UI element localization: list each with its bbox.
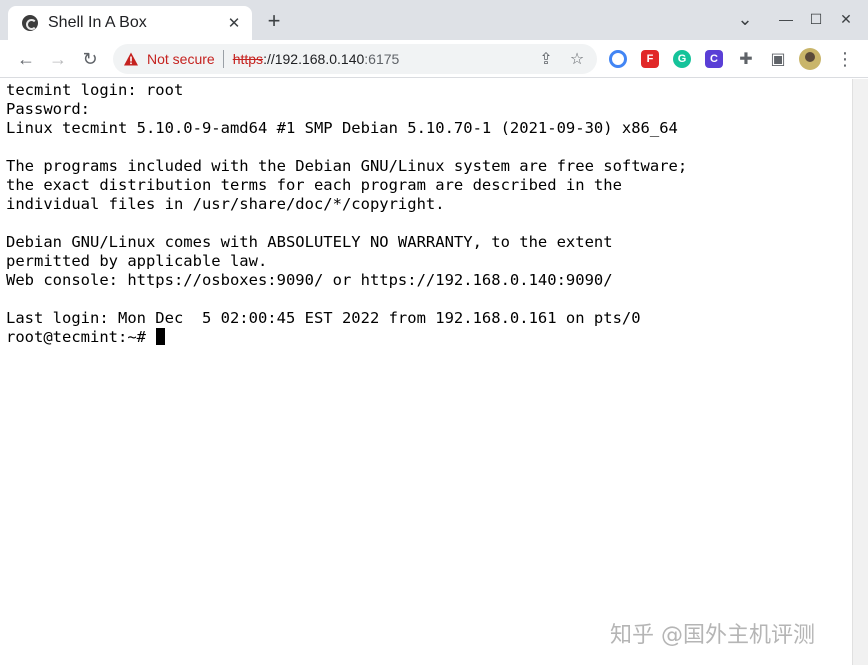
terminal-line: Debian GNU/Linux comes with ABSOLUTELY N… — [6, 233, 613, 251]
back-button[interactable]: ← — [15, 48, 37, 70]
terminal-cursor — [156, 328, 166, 345]
terminal-line: the exact distribution terms for each pr… — [6, 176, 622, 194]
shellinabox-favicon-icon — [22, 15, 38, 31]
extension-c-icon[interactable]: C — [705, 50, 723, 68]
terminal-line: Web console: https://osboxes:9090/ or ht… — [6, 271, 613, 289]
terminal-line: permitted by applicable law. — [6, 252, 268, 270]
browser-menu-icon[interactable]: ⋮ — [836, 48, 854, 70]
new-tab-button[interactable]: + — [262, 8, 286, 33]
close-window-button[interactable]: ✕ — [835, 8, 857, 30]
browser-toolbar: ← → ↻ Not secure https://192.168.0.140:6… — [0, 40, 868, 78]
url-port: :6175 — [364, 51, 400, 67]
chrome-color-icon[interactable] — [609, 50, 627, 68]
extensions-puzzle-icon[interactable]: ✚ — [737, 50, 755, 68]
grammarly-icon[interactable]: G — [673, 50, 691, 68]
share-icon[interactable]: ⇪ — [537, 50, 555, 68]
omnibox-divider — [222, 50, 224, 68]
reload-button[interactable]: ↻ — [79, 48, 101, 70]
url-text[interactable]: https://192.168.0.140:6175 — [233, 51, 400, 67]
shell-prompt: root@tecmint:~# — [6, 328, 156, 346]
tab-title: Shell In A Box — [48, 14, 147, 31]
maximize-button[interactable]: ☐ — [805, 8, 827, 30]
terminal-scrollbar[interactable] — [852, 79, 868, 665]
terminal-line: individual files in /usr/share/doc/*/cop… — [6, 195, 445, 213]
watermark: 知乎 @国外主机评测 — [610, 623, 815, 648]
side-panel-icon[interactable]: ▣ — [769, 50, 787, 68]
url-host: ://192.168.0.140 — [263, 51, 365, 67]
terminal-line: tecmint login: root — [6, 81, 184, 99]
flipboard-icon[interactable]: F — [641, 50, 659, 68]
minimize-button[interactable]: — — [775, 8, 797, 30]
tab-search-chevron-icon[interactable]: ⌄ — [734, 8, 756, 30]
bookmark-star-icon[interactable]: ☆ — [568, 50, 586, 68]
terminal-line: Password: — [6, 100, 90, 118]
terminal-prompt-line[interactable]: root@tecmint:~# — [6, 328, 852, 347]
profile-avatar[interactable] — [799, 48, 821, 70]
tab-close-icon[interactable]: ✕ — [224, 13, 244, 33]
not-secure-label[interactable]: Not secure — [147, 51, 215, 67]
tab-shell-in-a-box[interactable]: Shell In A Box ✕ — [8, 6, 252, 40]
url-scheme: https — [232, 51, 264, 67]
warning-triangle-icon[interactable] — [123, 51, 139, 67]
terminal-line: The programs included with the Debian GN… — [6, 157, 688, 175]
terminal-line: Linux tecmint 5.10.0-9-amd64 #1 SMP Debi… — [6, 119, 678, 137]
address-bar[interactable]: Not secure https://192.168.0.140:6175 ⇪ … — [113, 44, 597, 74]
terminal[interactable]: tecmint login: root Password: Linux tecm… — [0, 79, 852, 665]
terminal-line: Last login: Mon Dec 5 02:00:45 EST 2022 … — [6, 309, 641, 327]
tab-strip: Shell In A Box ✕ + ⌄ — ☐ ✕ — [0, 0, 868, 40]
forward-button[interactable]: → — [47, 48, 69, 70]
